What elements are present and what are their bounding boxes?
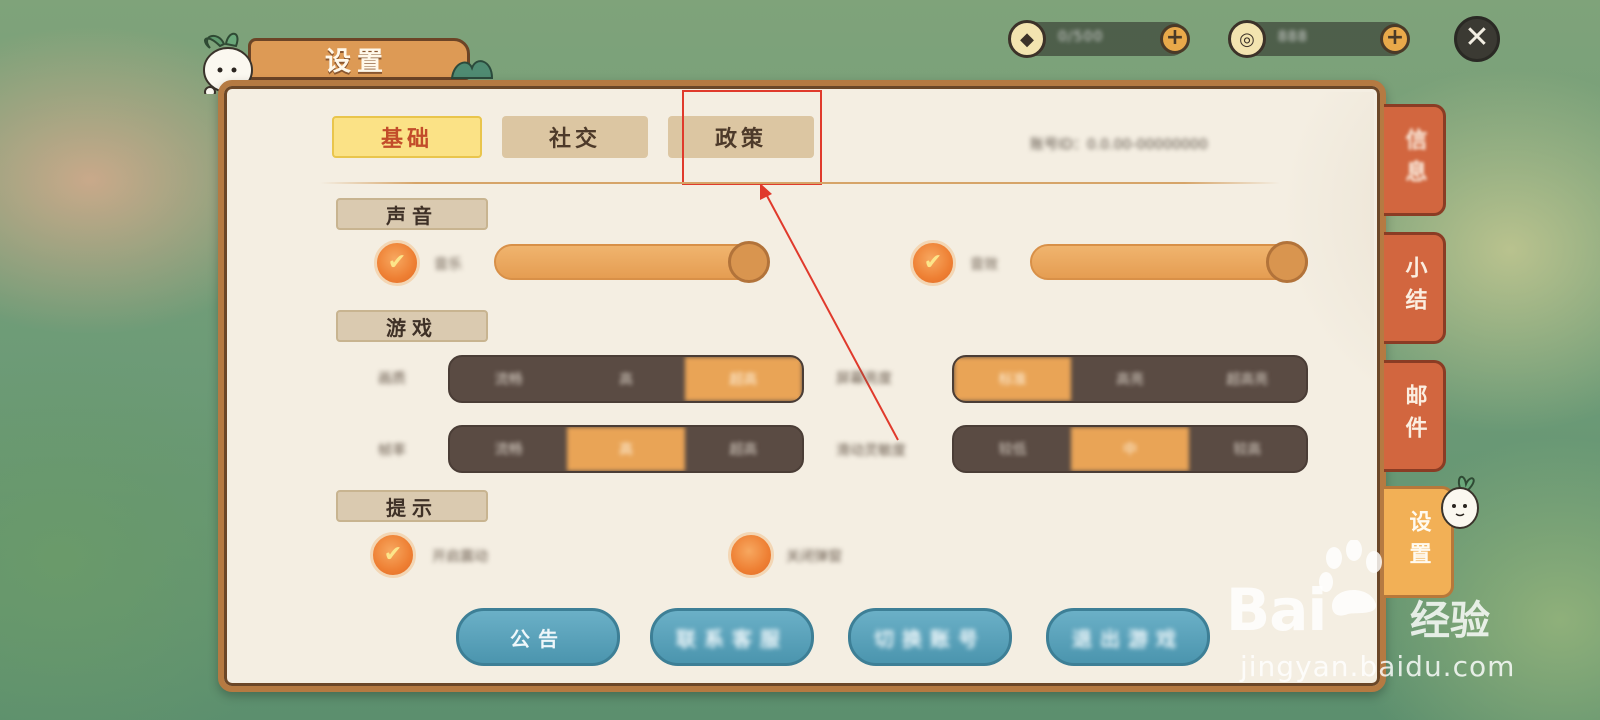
popup-checkbox[interactable] [728, 532, 774, 578]
sensitivity-option-mid[interactable]: 中 [1071, 427, 1189, 471]
section-game-label: 游戏 [336, 310, 488, 342]
announcement-button[interactable]: 公告 [456, 608, 620, 666]
quality-option-ultra[interactable]: 超高 [684, 357, 802, 401]
sensitivity-selector: 较低 中 较高 [952, 425, 1308, 473]
switch-account-label: 切换账号 [874, 626, 986, 651]
customer-service-button[interactable]: 联系客服 [650, 608, 814, 666]
music-volume-slider[interactable] [494, 244, 764, 280]
quality-option-low[interactable]: 流畅 [450, 357, 567, 401]
quality-selector: 流畅 高 超高 [448, 355, 804, 403]
brightness-selector: 标准 高亮 超高亮 [952, 355, 1308, 403]
side-tab-mail-label: 邮件 [1401, 384, 1427, 448]
framerate-option-ultra[interactable]: 超高 [685, 427, 802, 471]
switch-account-button[interactable]: 切换账号 [848, 608, 1012, 666]
announcement-button-label: 公告 [510, 626, 566, 651]
policy-tab-highlight [682, 90, 822, 185]
sfx-label: 音效 [970, 257, 998, 273]
radish-mascot-small-icon [1441, 475, 1479, 529]
quality-label: 画质 [378, 371, 406, 387]
ring-coin-icon: ◎ [1228, 20, 1266, 58]
add-currency-2-button[interactable]: + [1380, 24, 1410, 54]
side-tab-summary[interactable]: 小结 [1384, 232, 1446, 344]
music-label: 音乐 [434, 257, 462, 273]
brightness-label: 屏幕亮度 [836, 371, 892, 387]
watermark-brand: Bai [1226, 576, 1327, 644]
section-sound-label: 声音 [336, 198, 488, 230]
baidu-paw-icon [1319, 540, 1382, 616]
brightness-option-standard[interactable]: 标准 [954, 357, 1072, 401]
sensitivity-option-low[interactable]: 较低 [954, 427, 1071, 471]
framerate-selector: 流畅 高 超高 [448, 425, 804, 473]
music-slider-handle[interactable] [728, 241, 770, 283]
add-currency-1-button[interactable]: + [1160, 24, 1190, 54]
exit-game-label: 退出游戏 [1072, 626, 1184, 651]
diamond-coin-icon: ◆ [1008, 20, 1046, 58]
leaf-decoration-icon [450, 60, 494, 79]
watermark-url: jingyan.baidu.com [1240, 650, 1516, 683]
currency-counter-1: ◆ 0/500 + [1008, 20, 1190, 58]
framerate-option-high[interactable]: 高 [567, 427, 685, 471]
side-tab-info[interactable]: 信息 [1384, 104, 1446, 216]
sfx-slider-handle[interactable] [1266, 241, 1308, 283]
exit-game-button[interactable]: 退出游戏 [1046, 608, 1210, 666]
framerate-option-low[interactable]: 流畅 [450, 427, 567, 471]
section-tips-label: 提示 [336, 490, 488, 522]
sensitivity-option-high[interactable]: 较高 [1189, 427, 1306, 471]
brightness-option-ultra[interactable]: 超高亮 [1189, 357, 1306, 401]
side-tab-summary-label: 小结 [1401, 256, 1427, 320]
quality-option-high[interactable]: 高 [567, 357, 684, 401]
currency-value-2: 888 [1278, 29, 1308, 45]
sensitivity-label: 滑动灵敏度 [836, 443, 906, 459]
brightness-option-bright[interactable]: 高亮 [1071, 357, 1188, 401]
currency-value-1: 0/500 [1058, 29, 1104, 45]
side-tab-mail[interactable]: 邮件 [1384, 360, 1446, 472]
customer-service-label: 联系客服 [676, 626, 788, 651]
currency-counter-2: ◎ 888 + [1228, 20, 1410, 58]
popup-label: 关闭弹窗 [786, 549, 842, 565]
music-checkbox[interactable]: ✔ [374, 240, 420, 286]
tab-social[interactable]: 社交 [502, 116, 648, 158]
close-button[interactable]: ✕ [1454, 16, 1500, 62]
vibration-checkbox[interactable]: ✔ [370, 532, 416, 578]
side-tab-info-label: 信息 [1401, 128, 1427, 192]
vibration-label: 开启震动 [432, 549, 488, 565]
side-tab-settings-label: 设置 [1405, 510, 1431, 574]
watermark-jingyan: 经验 [1410, 598, 1490, 644]
tab-basic[interactable]: 基础 [332, 116, 482, 158]
account-id: 账号ID：0.0.00-00000000 [1030, 137, 1208, 153]
framerate-label: 帧率 [378, 443, 406, 459]
page-title: 设置 [248, 38, 470, 80]
tab-divider [320, 182, 1280, 184]
sfx-checkbox[interactable]: ✔ [910, 240, 956, 286]
